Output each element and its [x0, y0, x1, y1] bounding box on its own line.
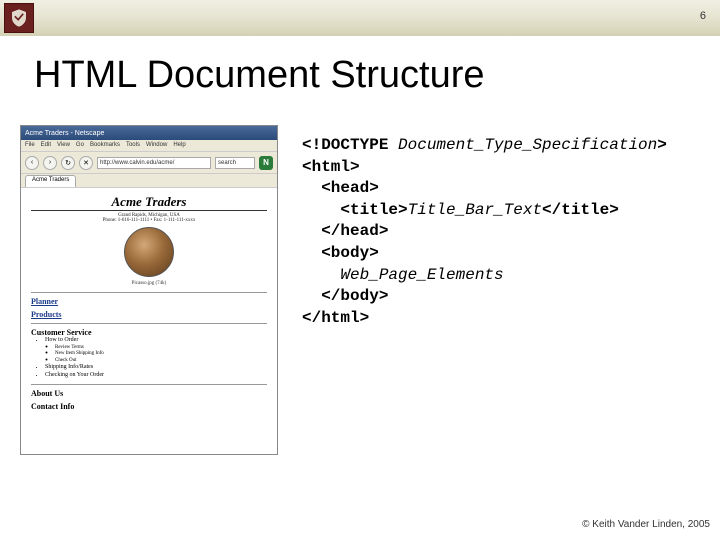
copyright: © Keith Vander Linden, 2005 [582, 519, 710, 530]
menu-file: File [25, 142, 35, 149]
page-contact-line: Phone: 1-616-111-1111 • Fax: 1-111-111-x… [31, 218, 267, 223]
code-text: <head> [302, 179, 379, 197]
customer-service-heading: Customer Service [31, 328, 267, 337]
content-area: Acme Traders - Netscape File Edit View G… [0, 125, 720, 455]
stop-icon: ✕ [79, 156, 93, 170]
menu-help: Help [173, 142, 185, 149]
code-text: > [657, 136, 667, 154]
rendered-page: Acme Traders Grand Rapids, Michigan, USA… [21, 188, 277, 454]
browser-tabbar: Acme Traders [21, 174, 277, 188]
menu-edit: Edit [41, 142, 51, 149]
code-text: Web_Page_Elements [302, 266, 504, 284]
divider [31, 292, 267, 293]
code-text: </head> [302, 222, 388, 240]
slide-title: HTML Document Structure [34, 54, 720, 97]
image-caption: Picasso.jpg (74k) [31, 281, 267, 286]
code-text: <body> [302, 244, 379, 262]
code-example: <!DOCTYPE Document_Type_Specification> <… [302, 135, 667, 455]
divider [31, 323, 267, 324]
browser-tab: Acme Traders [25, 175, 76, 187]
menu-go: Go [76, 142, 84, 149]
browser-menubar: File Edit View Go Bookmarks Tools Window… [21, 140, 277, 152]
page-heading: Acme Traders [31, 194, 267, 211]
header-bar: 6 [0, 0, 720, 36]
forward-icon: › [43, 156, 57, 170]
code-text: </html> [302, 309, 369, 327]
code-text: </title> [542, 201, 619, 219]
code-text: <!DOCTYPE [302, 136, 398, 154]
menu-bookmarks: Bookmarks [90, 142, 120, 149]
menu-window: Window [146, 142, 167, 149]
reload-icon: ↻ [61, 156, 75, 170]
shield-icon [9, 8, 29, 28]
page-painting-image [124, 227, 174, 277]
page-number: 6 [700, 10, 706, 22]
list-item: Checking on Your Order [45, 372, 267, 380]
back-icon: ‹ [25, 156, 39, 170]
code-text: <title> [302, 201, 408, 219]
menu-tools: Tools [126, 142, 140, 149]
netscape-icon: N [259, 156, 273, 170]
planner-link: Planner [31, 297, 267, 306]
browser-screenshot: Acme Traders - Netscape File Edit View G… [20, 125, 278, 455]
url-bar: http://www.calvin.edu/acme/ [97, 157, 211, 169]
code-text: <html> [302, 158, 360, 176]
code-text: </body> [302, 287, 388, 305]
list-item: Shipping Info/Rates [45, 364, 267, 372]
products-link: Products [31, 310, 267, 319]
contact-heading: Contact Info [31, 402, 267, 411]
institution-logo [4, 3, 34, 33]
list-item: How to Order Review Terms New Item Shipp… [45, 337, 267, 364]
search-box: search [215, 157, 255, 169]
divider [31, 384, 267, 385]
code-text: Title_Bar_Text [408, 201, 542, 219]
browser-titlebar: Acme Traders - Netscape [21, 126, 277, 140]
browser-toolbar: ‹ › ↻ ✕ http://www.calvin.edu/acme/ sear… [21, 152, 277, 174]
about-heading: About Us [31, 389, 267, 398]
code-text: Document_Type_Specification [398, 136, 657, 154]
menu-view: View [57, 142, 70, 149]
